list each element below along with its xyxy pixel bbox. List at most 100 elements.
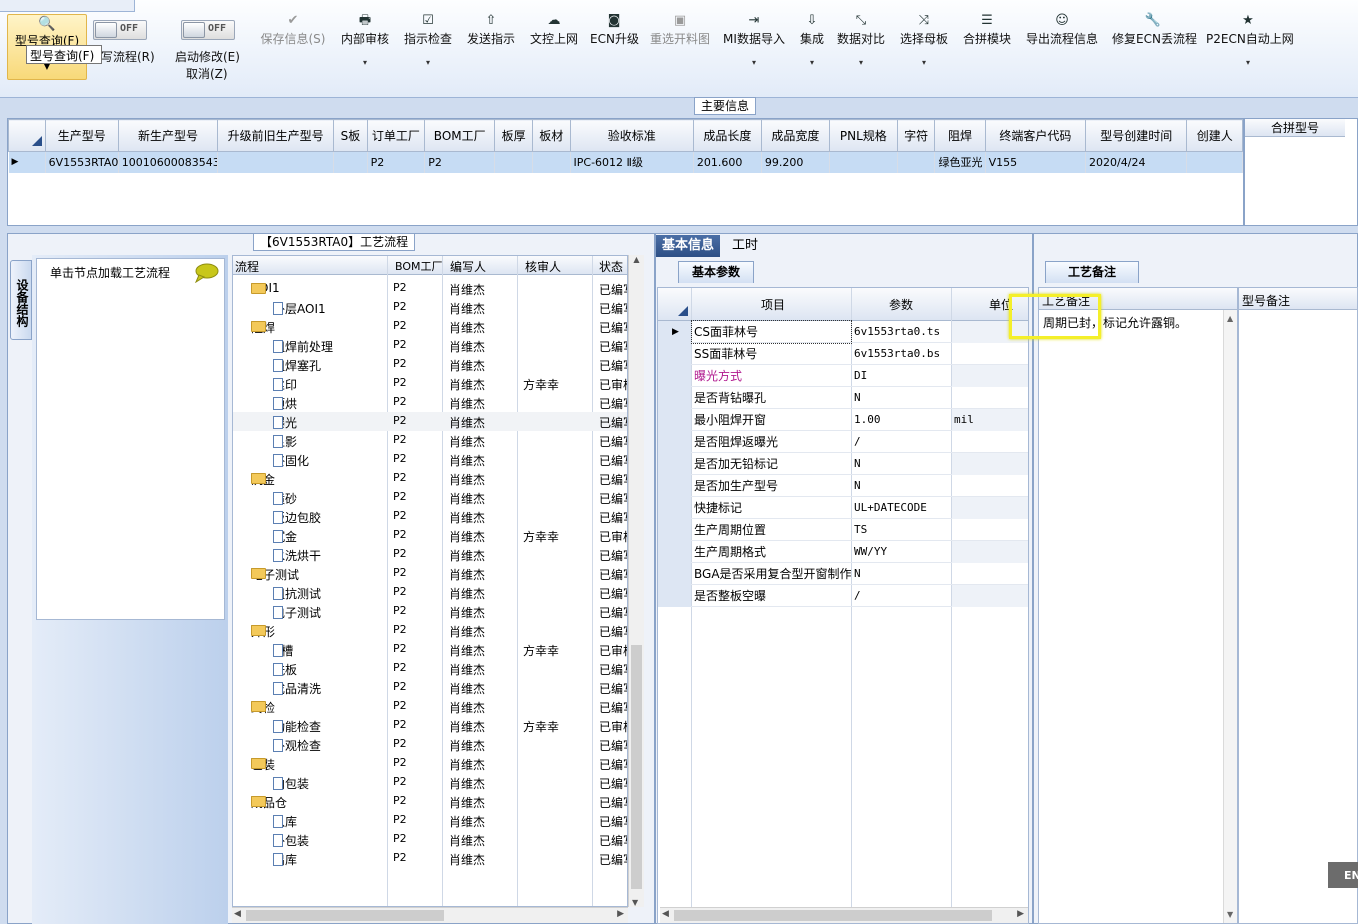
flow-row[interactable]: −终检 P2 肖维杰 已编写 <box>233 697 627 716</box>
main-col-header[interactable]: 生产型号 <box>44 119 119 152</box>
flow-row[interactable]: 阻抗测试 P2 肖维杰 已编写 <box>233 583 627 602</box>
toolbar-button-1[interactable]: ✔ 保存信息(S) <box>258 12 328 47</box>
flow-row[interactable]: −外形 P2 肖维杰 已编写 <box>233 621 627 640</box>
flow-node[interactable]: 阻抗测试 <box>273 585 321 602</box>
main-col-header[interactable]: 订单工厂 <box>366 119 426 152</box>
chevron-down-icon[interactable]: ▾ <box>899 59 949 67</box>
tab-craft-notes[interactable]: 工艺备注 <box>1045 261 1139 283</box>
toolbar-button-2[interactable]: 🖶 内部审核 ▾ <box>340 12 390 67</box>
main-cell[interactable]: P2 <box>424 151 496 173</box>
main-cell[interactable] <box>1186 151 1243 173</box>
param-row[interactable]: 曝光方式 DI <box>658 365 1028 387</box>
row-selector[interactable] <box>658 365 691 387</box>
scroll-up-icon[interactable]: ▲ <box>1227 314 1233 323</box>
cancel-button[interactable]: 取消(Z) <box>186 65 228 82</box>
row-selector[interactable] <box>658 497 691 519</box>
main-cell[interactable]: 绿色亚光 <box>934 151 986 173</box>
toolbar-button-11[interactable]: ⤨ 选择母板 ▾ <box>899 12 949 67</box>
flow-node[interactable]: 预烘 <box>273 395 297 412</box>
main-cell[interactable]: 2020/4/24 <box>1085 151 1188 173</box>
param-value[interactable]: UL+DATECODE <box>852 497 951 519</box>
flow-node[interactable]: 外包装 <box>273 832 309 849</box>
flow-row[interactable]: −电子测试 P2 肖维杰 已编写 <box>233 564 627 583</box>
flow-row[interactable]: 铣板 P2 肖维杰 已编写 <box>233 659 627 678</box>
chevron-down-icon[interactable]: ▾ <box>722 59 786 67</box>
flow-node[interactable]: 电子测试 <box>273 604 321 621</box>
flow-row[interactable]: −成品仓 P2 肖维杰 已编写 <box>233 792 627 811</box>
main-cell[interactable]: P2 <box>367 151 426 173</box>
flow-row[interactable]: 曝光 P2 肖维杰 已编写 <box>233 412 627 431</box>
flow-vertical-scrollbar[interactable]: ▲ ▼ <box>628 255 644 907</box>
main-cell[interactable]: IPC-6012 Ⅱ级 <box>570 151 694 173</box>
flow-node[interactable]: 入库 <box>273 813 297 830</box>
param-row[interactable]: 生产周期位置 TS <box>658 519 1028 541</box>
main-cell[interactable] <box>217 151 335 173</box>
start-modify-toggle[interactable]: OFF <box>181 20 235 40</box>
param-row[interactable]: 是否整板空曝 / <box>658 585 1028 607</box>
device-structure-tab[interactable]: 设备结构 <box>10 260 32 340</box>
main-col-header[interactable]: 板厚 <box>494 119 533 152</box>
toolbar-button-3[interactable]: ☑ 指示检查 ▾ <box>402 12 454 67</box>
flow-node[interactable]: −成品仓 <box>251 794 287 811</box>
main-col-header[interactable]: PNL规格 <box>828 119 898 152</box>
flow-node[interactable]: 外层AOI1 <box>273 300 326 317</box>
flow-node[interactable]: −阻焊 <box>251 319 275 336</box>
flow-node[interactable]: −终检 <box>251 699 275 716</box>
toolbar-button-5[interactable]: ☁ 文控上网 <box>528 12 580 47</box>
flow-row[interactable]: −阻焊 P2 肖维杰 已编写 <box>233 317 627 336</box>
scroll-left-icon[interactable]: ◀ <box>234 909 241 919</box>
flow-row[interactable]: −包装 P2 肖维杰 已编写 <box>233 754 627 773</box>
toolbar-button-9[interactable]: ⇩ 集成 ▾ <box>797 12 827 67</box>
flow-horizontal-scrollbar[interactable]: ◀ ▶ <box>232 907 628 923</box>
flow-node[interactable]: 终固化 <box>273 452 309 469</box>
flow-row[interactable]: 预烘 P2 肖维杰 已编写 <box>233 393 627 412</box>
param-value[interactable]: N <box>852 475 951 497</box>
param-value[interactable]: WW/YY <box>852 541 951 563</box>
main-cell[interactable]: 201.600 <box>693 151 762 173</box>
toolbar-button-13[interactable]: ☺ 导出流程信息 <box>1025 12 1099 47</box>
flow-row[interactable]: 沉金 P2 肖维杰 方幸幸 已审核 <box>233 526 627 545</box>
toolbar-button-8[interactable]: ⇥ MI数据导入 ▾ <box>722 12 786 67</box>
toolbar-button-7[interactable]: ▣ 重选开料图 <box>648 12 712 47</box>
flow-node[interactable]: 板边包胶 <box>273 509 321 526</box>
param-value[interactable]: / <box>852 585 951 607</box>
scroll-right-icon[interactable]: ▶ <box>1017 909 1024 919</box>
chevron-down-icon[interactable]: ▾ <box>1206 59 1290 67</box>
param-value[interactable]: 6v1553rta0.bs <box>852 343 951 365</box>
start-modify-label[interactable]: 启动修改(E) <box>175 48 240 65</box>
flow-row[interactable]: 显影 P2 肖维杰 已编写 <box>233 431 627 450</box>
flow-row[interactable]: V槽 P2 肖维杰 方幸幸 已审核 <box>233 640 627 659</box>
toolbar-button-12[interactable]: ☰ 合拼模块 <box>963 12 1011 47</box>
flow-node[interactable]: −包装 <box>251 756 275 773</box>
main-cell[interactable] <box>333 151 368 173</box>
flow-node[interactable]: 内包装 <box>273 775 309 792</box>
flow-row[interactable]: 外层AOI1 P2 肖维杰 已编写 <box>233 298 627 317</box>
row-selector[interactable] <box>658 585 691 607</box>
scroll-left-icon[interactable]: ◀ <box>662 909 669 919</box>
flow-row[interactable]: −沉金 P2 肖维杰 已编写 <box>233 469 627 488</box>
scroll-thumb[interactable] <box>631 645 642 889</box>
flow-node[interactable]: 外观检查 <box>273 737 321 754</box>
param-row[interactable]: 是否阻焊返曝光 / <box>658 431 1028 453</box>
param-row[interactable]: 最小阻焊开窗 1.00 mil <box>658 409 1028 431</box>
flow-node[interactable]: 水洗烘干 <box>273 547 321 564</box>
main-col-header[interactable]: BOM工厂 <box>424 119 496 152</box>
flow-node[interactable]: 阻焊塞孔 <box>273 357 321 374</box>
main-col-header[interactable]: 阻焊 <box>934 119 986 152</box>
row-selector[interactable]: ▶ <box>658 321 691 343</box>
main-cell[interactable]: 6V1553RTA0 <box>45 151 119 173</box>
flow-row[interactable]: 出库 P2 肖维杰 已编写 <box>233 849 627 868</box>
main-col-header[interactable]: 升级前旧生产型号 <box>217 119 335 152</box>
scroll-right-icon[interactable]: ▶ <box>617 909 624 919</box>
param-value[interactable]: 1.00 <box>852 409 951 431</box>
main-cell[interactable]: 99.200 <box>761 151 830 173</box>
tab-work-hours[interactable]: 工时 <box>726 235 764 257</box>
flow-row[interactable]: 阻焊前处理 P2 肖维杰 已编写 <box>233 336 627 355</box>
flow-row[interactable]: 喷砂 P2 肖维杰 已编写 <box>233 488 627 507</box>
flow-row[interactable]: 成品清洗 P2 肖维杰 已编写 <box>233 678 627 697</box>
row-selector[interactable] <box>658 387 691 409</box>
flow-node[interactable]: −AOI1 <box>251 281 280 295</box>
scroll-thumb[interactable] <box>246 910 444 921</box>
row-selector[interactable] <box>658 475 691 497</box>
language-button[interactable]: EN <box>1328 862 1358 888</box>
